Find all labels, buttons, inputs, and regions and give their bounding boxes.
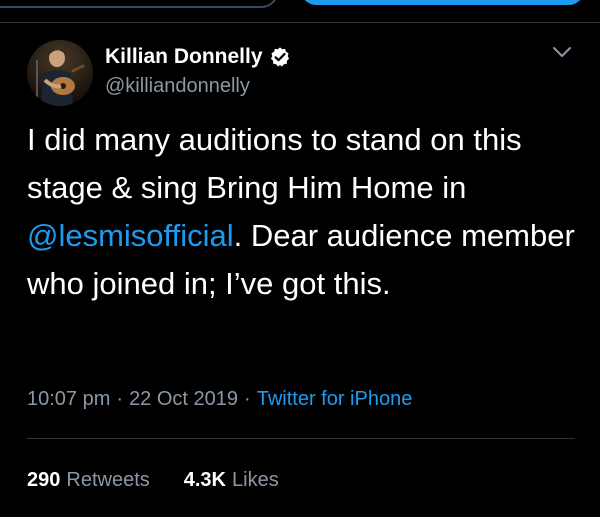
stats-divider <box>27 438 575 439</box>
retweets-count: 290 <box>27 469 61 491</box>
tweet-source-link[interactable]: Twitter for iPhone <box>257 388 413 410</box>
mention-link[interactable]: @lesmisofficial <box>27 218 234 253</box>
author-name[interactable]: Killian Donnelly <box>105 44 263 70</box>
retweets-stat[interactable]: 290 Retweets <box>27 467 150 493</box>
likes-stat[interactable]: 4.3K Likes <box>184 467 279 493</box>
tweet-meta: 10:07 pm · 22 Oct 2019 · Twitter for iPhone <box>27 386 412 412</box>
likes-count: 4.3K <box>183 469 226 491</box>
chevron-down-icon[interactable] <box>551 44 573 60</box>
meta-separator: · <box>116 388 124 410</box>
tweet-stats: 290 Retweets 4.3K Likes <box>27 467 279 493</box>
verified-badge-icon <box>270 47 289 67</box>
tweet-text-part: I did many auditions to stand on this st… <box>27 122 522 205</box>
avatar-image <box>27 40 93 106</box>
tweet-text: I did many auditions to stand on this st… <box>27 116 587 308</box>
tweet-time[interactable]: 10:07 pm <box>27 388 110 410</box>
tweet-date[interactable]: 22 Oct 2019 <box>129 388 238 410</box>
author-row[interactable]: Killian Donnelly <box>105 44 291 70</box>
top-left-button[interactable] <box>0 0 279 8</box>
top-strip <box>0 0 600 22</box>
author-handle[interactable]: @killiandonnelly <box>105 74 250 98</box>
meta-separator: · <box>244 388 251 410</box>
top-right-button[interactable] <box>300 0 585 5</box>
header-divider <box>0 22 600 23</box>
retweets-label: Retweets <box>66 469 150 491</box>
likes-label: Likes <box>232 469 279 491</box>
avatar[interactable] <box>27 40 93 106</box>
